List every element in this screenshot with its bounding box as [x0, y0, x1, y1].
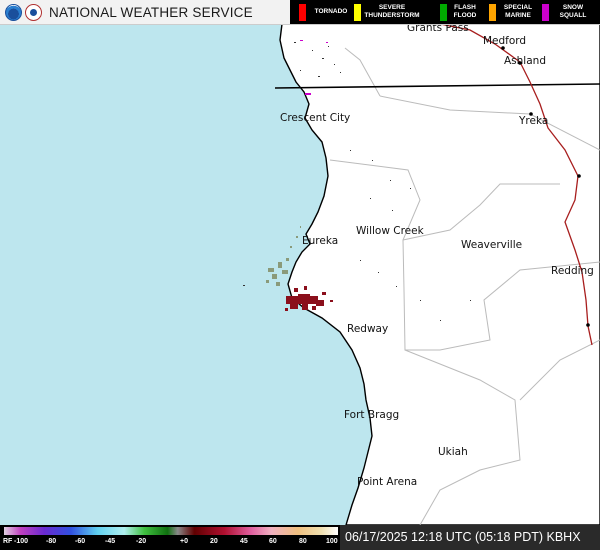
city-dot-redding: [586, 323, 590, 327]
city-ukiah: Ukiah: [438, 446, 468, 458]
scale-tick: -60: [75, 538, 86, 545]
radar-timestamp: 06/17/2025 12:18 UTC (05:18 PDT) KBHX: [340, 525, 600, 550]
city-ashland: Ashland: [504, 55, 546, 67]
page-title: NATIONAL WEATHER SERVICE: [49, 4, 253, 20]
legend-label-flash-flood: FLASH FLOOD: [453, 4, 477, 19]
brand: NATIONAL WEATHER SERVICE: [0, 0, 290, 24]
scale-tick: 60: [269, 538, 277, 545]
scale-tick: 80: [299, 538, 307, 545]
scale-tick: 20: [210, 538, 218, 545]
city-dot-interstate: [577, 174, 581, 178]
nws-logo: [25, 3, 42, 21]
scale-tick: 100: [326, 538, 338, 545]
legend-item-severe-thunderstorm: SEVERE THUNDERSTORM: [349, 0, 423, 24]
scale-tick: 45: [240, 538, 248, 545]
noaa-logo: [5, 3, 22, 21]
legend-item-special-marine: SPECIAL MARINE: [484, 0, 540, 24]
city-weaverville: Weaverville: [461, 239, 522, 251]
legend-label-snow-squall: SNOW SQUALL: [559, 4, 587, 19]
warnings-legend: TORNADO SEVERE THUNDERSTORM FLASH FLOOD …: [290, 0, 600, 24]
legend-swatch-tornado: [299, 3, 306, 21]
city-willow-creek: Willow Creek: [356, 225, 425, 237]
header-bar: NATIONAL WEATHER SERVICE TORNADO SEVERE …: [0, 0, 600, 25]
city-eureka: Eureka: [302, 235, 338, 247]
legend-swatch-snow-squall: [542, 3, 549, 21]
city-fort-bragg: Fort Bragg: [344, 409, 399, 421]
city-redding: Redding: [551, 265, 594, 277]
scale-tick: -100: [14, 538, 29, 545]
city-point-arena: Point Arena: [357, 476, 417, 488]
radar-map[interactable]: Grants Pass Medford Ashland Crescent Cit…: [0, 0, 600, 550]
legend-swatch-special-marine: [489, 3, 496, 21]
reflectivity-color-bar: [4, 527, 338, 535]
legend-swatch-severe-thunderstorm: [354, 3, 361, 21]
legend-item-flash-flood: FLASH FLOOD: [435, 0, 483, 24]
city-redway: Redway: [347, 323, 388, 335]
scale-tick: -80: [46, 538, 57, 545]
legend-swatch-flash-flood: [440, 3, 447, 21]
scale-tick: -45: [105, 538, 116, 545]
scale-tick: +0: [180, 538, 188, 545]
city-yreka: Yreka: [518, 115, 548, 127]
city-crescent-city: Crescent City: [280, 112, 350, 124]
legend-item-tornado: TORNADO: [294, 0, 356, 24]
legend-label-severe-thunderstorm: SEVERE THUNDERSTORM: [364, 4, 420, 19]
footer-bar: RF -100 -80 -60 -45 -20 +0 20 45 60 80 1…: [0, 525, 600, 550]
scale-prefix: RF: [3, 538, 13, 545]
scale-tick: -20: [136, 538, 147, 545]
legend-label-special-marine: SPECIAL MARINE: [503, 4, 533, 19]
legend-item-snow-squall: SNOW SQUALL: [537, 0, 597, 24]
city-medford: Medford: [483, 35, 526, 47]
reflectivity-scale: RF -100 -80 -60 -45 -20 +0 20 45 60 80 1…: [0, 525, 340, 550]
